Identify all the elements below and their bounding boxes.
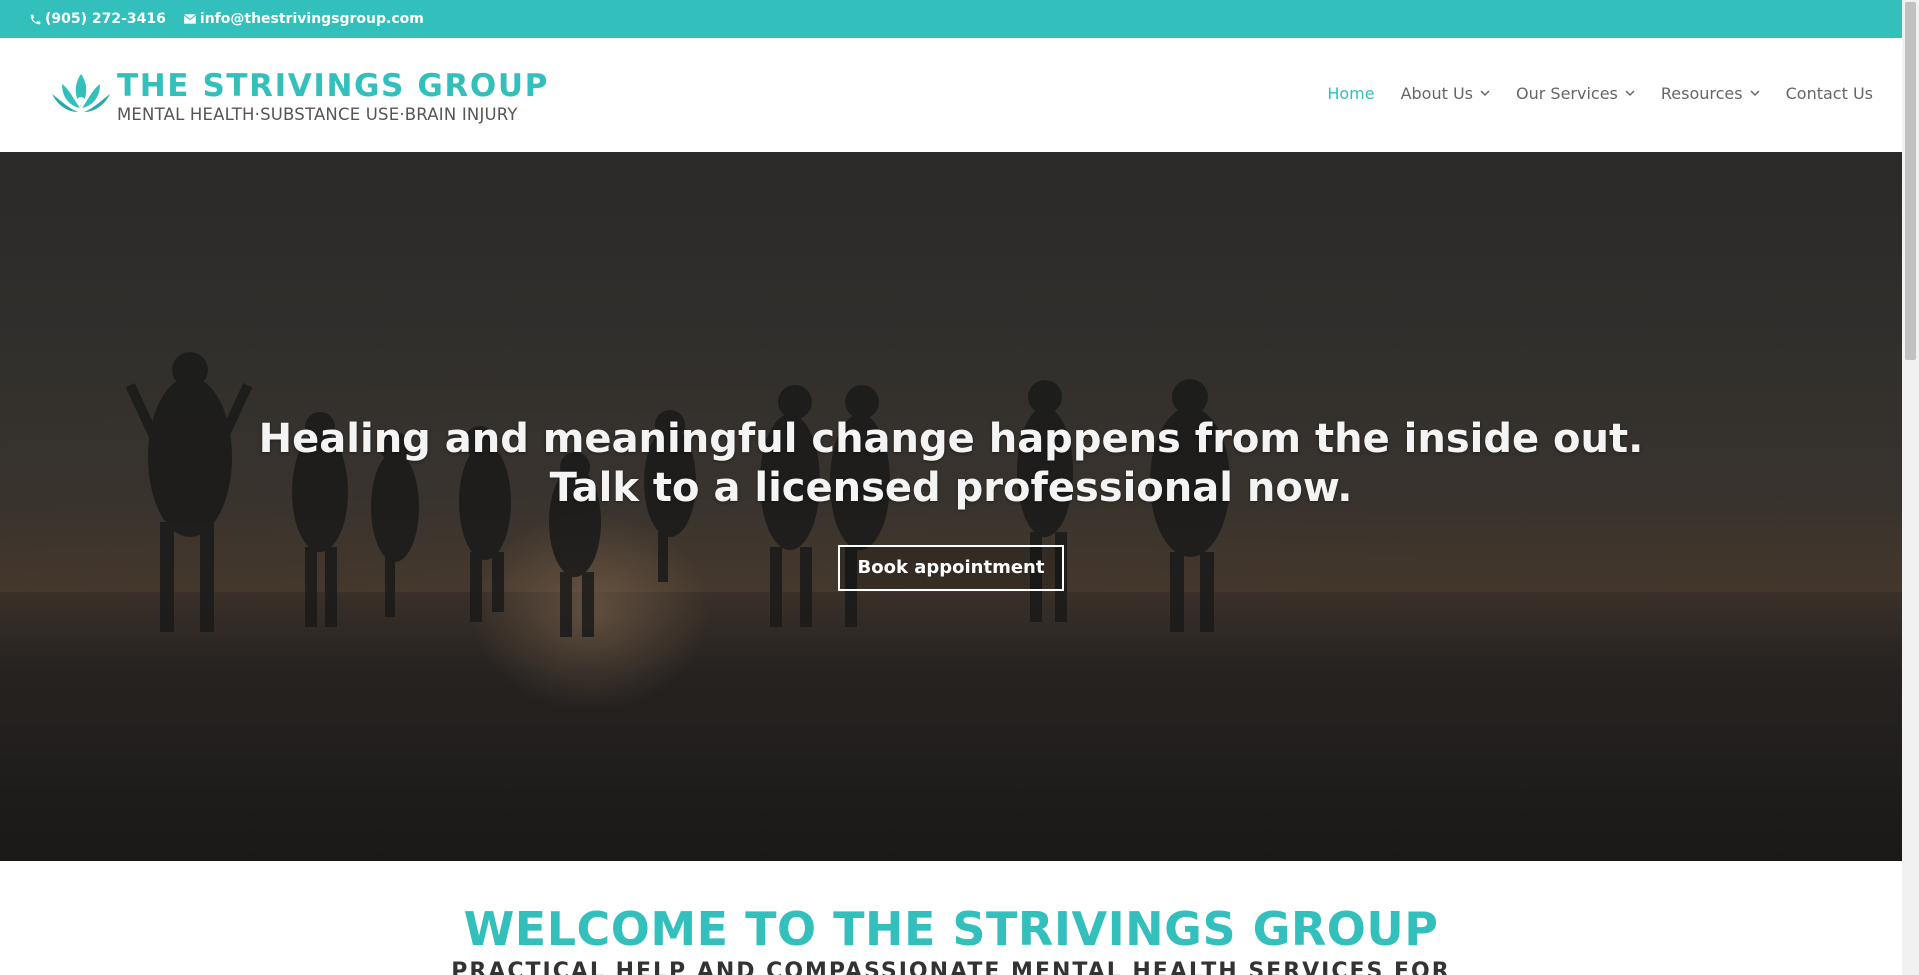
welcome-subtitle: PRACTICAL HELP AND COMPASSIONATE MENTAL … [451,959,1451,975]
email-contact[interactable]: info@thestrivingsgroup.com [183,11,424,27]
nav-contact-label: Contact Us [1785,84,1873,103]
email-address: info@thestrivingsgroup.com [199,11,424,27]
phone-contact[interactable]: (905) 272-3416 [29,11,166,27]
nav-home-label: Home [1327,84,1375,103]
nav-item-contact[interactable]: Contact Us [1786,84,1873,103]
nav-item-services[interactable]: Our Services [1516,84,1635,103]
top-contact-bar: (905) 272-3416 info@thestrivingsgroup.co… [0,0,1902,38]
welcome-title: WELCOME TO THE STRIVINGS GROUP [463,902,1439,956]
logo-name: THE STRIVINGS GROUP [117,68,549,104]
lotus-logo-icon [52,74,110,112]
main-navigation: Home About Us Our Services Resources Con… [1301,84,1873,103]
phone-icon [30,14,41,24]
logo-tagline: MENTAL HEALTH·SUBSTANCE USE·BRAIN INJURY [117,105,518,124]
hero-content: Healing and meaningful change happens fr… [0,415,1902,591]
nav-item-resources[interactable]: Resources [1661,84,1760,103]
scrollbar-thumb[interactable] [1905,2,1916,360]
book-appointment-button[interactable]: Book appointment [837,545,1065,591]
phone-number: (905) 272-3416 [45,11,166,27]
welcome-section: WELCOME TO THE STRIVINGS GROUP PRACTICAL… [0,861,1902,975]
chevron-down-icon [1625,90,1635,97]
chevron-down-icon [1750,90,1760,97]
chevron-down-icon [1480,90,1490,97]
nav-item-about[interactable]: About Us [1401,84,1490,103]
nav-item-home[interactable]: Home [1327,84,1374,103]
nav-resources-label: Resources [1660,84,1743,103]
site-logo[interactable]: THE STRIVINGS GROUP MENTAL HEALTH·SUBSTA… [50,68,549,126]
hero-title: Healing and meaningful change happens fr… [258,416,1644,511]
nav-services-label: Our Services [1516,84,1618,103]
nav-about-label: About Us [1400,84,1474,103]
hero-section: Healing and meaningful change happens fr… [0,152,1902,861]
site-header: THE STRIVINGS GROUP MENTAL HEALTH·SUBSTA… [0,38,1902,152]
page-scrollbar[interactable] [1902,0,1919,975]
envelope-icon [183,14,197,24]
